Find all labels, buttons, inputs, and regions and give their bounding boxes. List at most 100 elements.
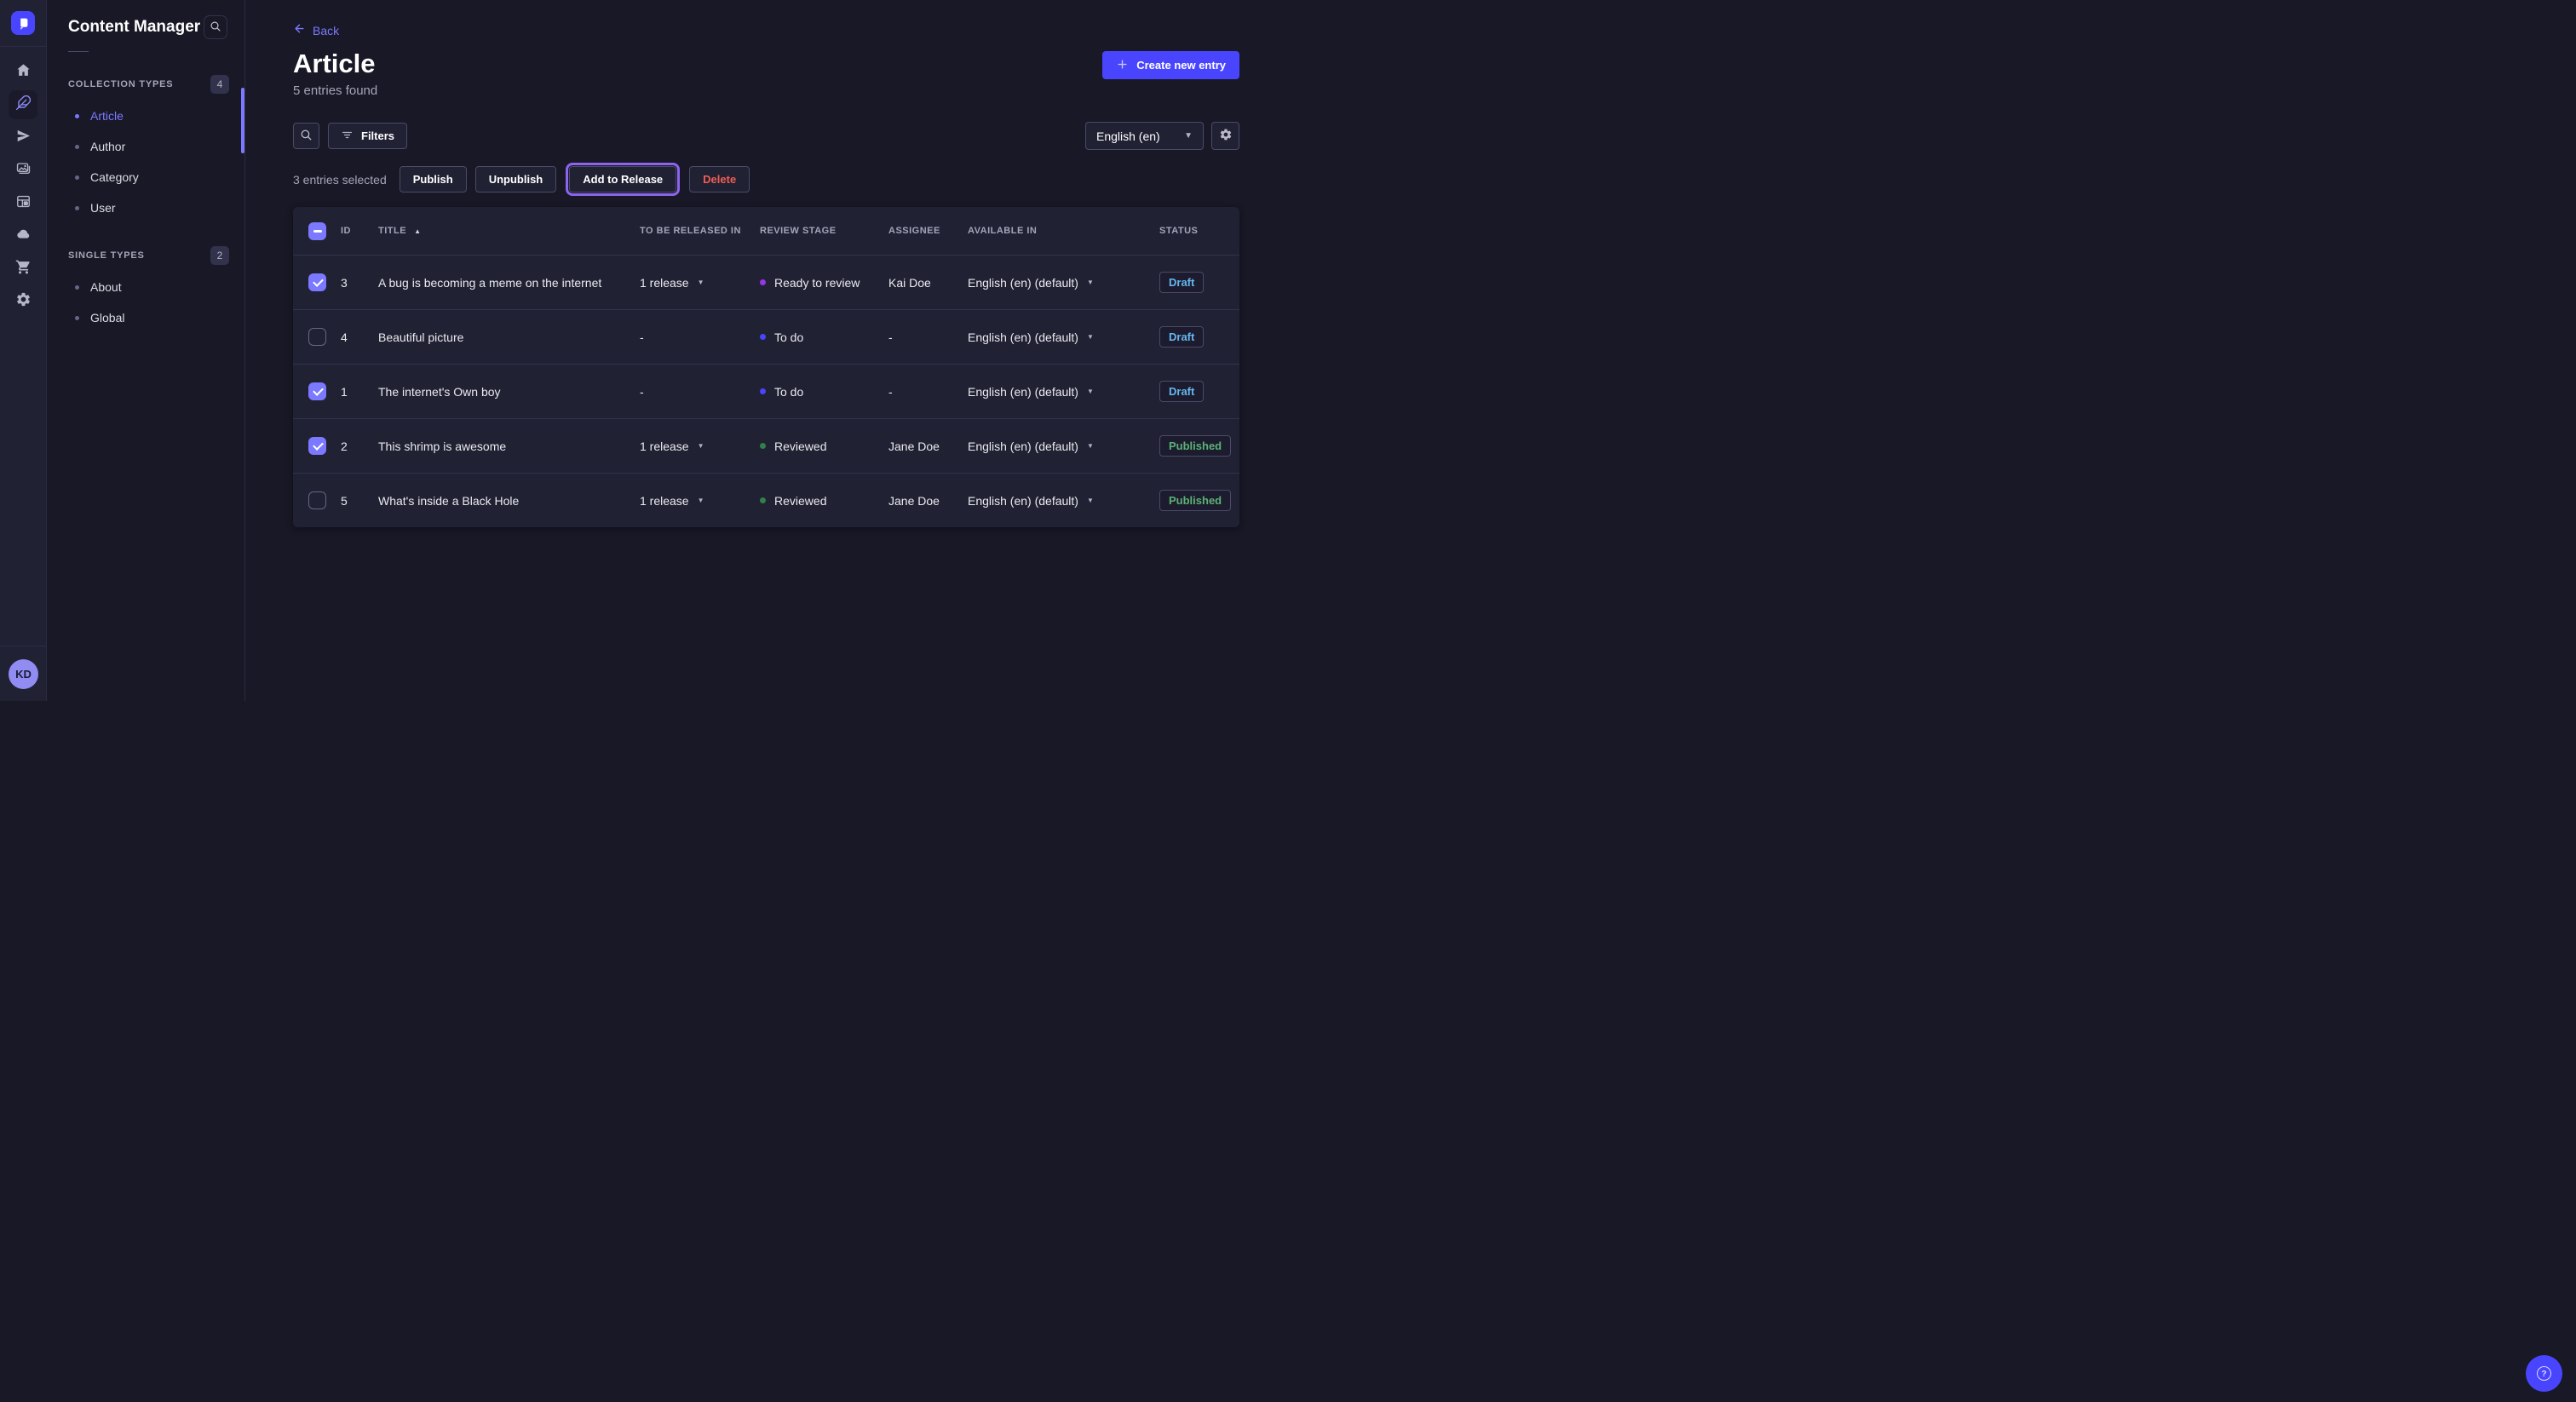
delete-button[interactable]: Delete (689, 166, 750, 192)
nav-settings[interactable] (9, 287, 37, 316)
table-row[interactable]: 2 This shrimp is awesome 1 release ▼ Rev… (293, 418, 1239, 473)
sidebar-item-author[interactable]: Author (47, 131, 244, 162)
cell-id: 2 (341, 440, 378, 453)
sidebar-scrollbar-thumb[interactable] (241, 88, 244, 153)
nav-icons (0, 47, 46, 316)
cell-title: A bug is becoming a meme on the internet (378, 276, 640, 290)
publish-button[interactable]: Publish (400, 166, 467, 192)
row-checkbox[interactable] (308, 328, 326, 346)
table-row[interactable]: 1 The internet's Own boy - ▼ To do - Eng… (293, 364, 1239, 418)
cell-title: What's inside a Black Hole (378, 494, 640, 508)
nav-releases[interactable] (9, 124, 37, 152)
app-window: KD Content Manager COLLECTION TYPES 4 Ar… (0, 0, 1288, 701)
bullet-icon (75, 175, 79, 180)
column-header-available-in[interactable]: AVAILABLE IN (968, 226, 1159, 236)
gear-icon (15, 291, 32, 312)
status-badge: Draft (1159, 272, 1204, 293)
cell-title: The internet's Own boy (378, 385, 640, 399)
cell-id: 3 (341, 276, 378, 290)
column-header-to-be-released-in[interactable]: TO BE RELEASED IN (640, 226, 760, 236)
chevron-down-icon: ▼ (698, 279, 704, 286)
select-all-checkbox[interactable] (308, 222, 326, 240)
stage-dot-icon (760, 388, 766, 394)
nav-content-manager[interactable] (9, 90, 37, 119)
chevron-down-icon: ▼ (1087, 497, 1094, 504)
column-header-title[interactable]: TITLE ▲ (378, 226, 640, 236)
cell-to-be-released-in[interactable]: - ▼ (640, 330, 760, 344)
column-header-id[interactable]: ID (341, 226, 378, 236)
unpublish-button[interactable]: Unpublish (475, 166, 557, 192)
cell-available-in[interactable]: English (en) (default) ▼ (968, 494, 1159, 508)
nav-marketplace[interactable] (9, 255, 37, 284)
add-to-release-button[interactable]: Add to Release (569, 166, 676, 192)
chevron-down-icon: ▼ (1087, 388, 1094, 395)
cell-assignee: Jane Doe (888, 494, 968, 508)
stage-dot-icon (760, 279, 766, 285)
section-label: COLLECTION TYPES (68, 79, 173, 89)
user-avatar[interactable]: KD (9, 659, 38, 689)
row-checkbox[interactable] (308, 382, 326, 400)
column-header-assignee[interactable]: ASSIGNEE (888, 226, 968, 236)
status-badge: Published (1159, 435, 1231, 457)
sidebar-search-button[interactable] (204, 15, 227, 39)
row-checkbox[interactable] (308, 491, 326, 509)
view-settings-button[interactable] (1211, 122, 1239, 150)
section-count-badge: 2 (210, 246, 229, 265)
question-mark-icon: ? (2537, 1366, 2551, 1381)
help-button[interactable]: ? (2526, 1355, 2562, 1392)
filters-button[interactable]: Filters (328, 123, 407, 149)
page-title: Article (293, 49, 375, 78)
table-row[interactable]: 4 Beautiful picture - ▼ To do - English … (293, 309, 1239, 364)
stage-dot-icon (760, 334, 766, 340)
nav-home[interactable] (9, 58, 37, 87)
row-checkbox[interactable] (308, 273, 326, 291)
sidebar-item-user[interactable]: User (47, 192, 244, 223)
nav-deploy[interactable] (9, 221, 37, 250)
cell-review-stage: To do (760, 330, 888, 344)
cell-available-in[interactable]: English (en) (default) ▼ (968, 440, 1159, 453)
sidebar-item-about[interactable]: About (47, 272, 244, 302)
locale-select[interactable]: English (en) ▼ (1085, 122, 1204, 150)
table-search-button[interactable] (293, 123, 319, 149)
row-checkbox[interactable] (308, 437, 326, 455)
cell-to-be-released-in[interactable]: 1 release ▼ (640, 440, 760, 453)
nav-media-library[interactable] (9, 156, 37, 185)
stage-dot-icon (760, 497, 766, 503)
cell-available-in[interactable]: English (en) (default) ▼ (968, 385, 1159, 399)
cell-to-be-released-in[interactable]: 1 release ▼ (640, 494, 760, 508)
bullet-icon (75, 145, 79, 149)
column-header-status[interactable]: STATUS (1159, 226, 1239, 236)
cell-id: 1 (341, 385, 378, 399)
divider (68, 51, 89, 52)
sidebar-section: SINGLE TYPES 2 About Global (47, 246, 244, 333)
images-icon (15, 160, 32, 181)
sidebar: Content Manager COLLECTION TYPES 4 Artic… (47, 0, 245, 701)
sidebar-item-article[interactable]: Article (47, 101, 244, 131)
nav-content-type-builder[interactable] (9, 189, 37, 218)
cell-id: 4 (341, 330, 378, 344)
status-badge: Draft (1159, 326, 1204, 348)
cell-to-be-released-in[interactable]: 1 release ▼ (640, 276, 760, 290)
sidebar-title: Content Manager (68, 18, 200, 37)
cell-assignee: - (888, 330, 968, 344)
sidebar-item-category[interactable]: Category (47, 162, 244, 192)
chevron-down-icon: ▼ (698, 497, 704, 504)
back-link[interactable]: Back (293, 22, 339, 39)
cell-to-be-released-in[interactable]: - ▼ (640, 385, 760, 399)
table-row[interactable]: 5 What's inside a Black Hole 1 release ▼… (293, 473, 1239, 527)
chevron-down-icon: ▼ (1184, 131, 1193, 141)
chevron-down-icon: ▼ (1087, 279, 1094, 286)
cell-review-stage: Reviewed (760, 494, 888, 508)
table-row[interactable]: 3 A bug is becoming a meme on the intern… (293, 255, 1239, 309)
sidebar-item-global[interactable]: Global (47, 302, 244, 333)
cell-id: 5 (341, 494, 378, 508)
create-new-entry-button[interactable]: Create new entry (1102, 51, 1239, 79)
bullet-icon (75, 114, 79, 118)
strapi-logo[interactable] (11, 11, 35, 35)
cell-available-in[interactable]: English (en) (default) ▼ (968, 276, 1159, 290)
cell-available-in[interactable]: English (en) (default) ▼ (968, 330, 1159, 344)
cell-assignee: Kai Doe (888, 276, 968, 290)
cell-assignee: Jane Doe (888, 440, 968, 453)
column-header-review-stage[interactable]: REVIEW STAGE (760, 226, 888, 236)
section-count-badge: 4 (210, 75, 229, 94)
